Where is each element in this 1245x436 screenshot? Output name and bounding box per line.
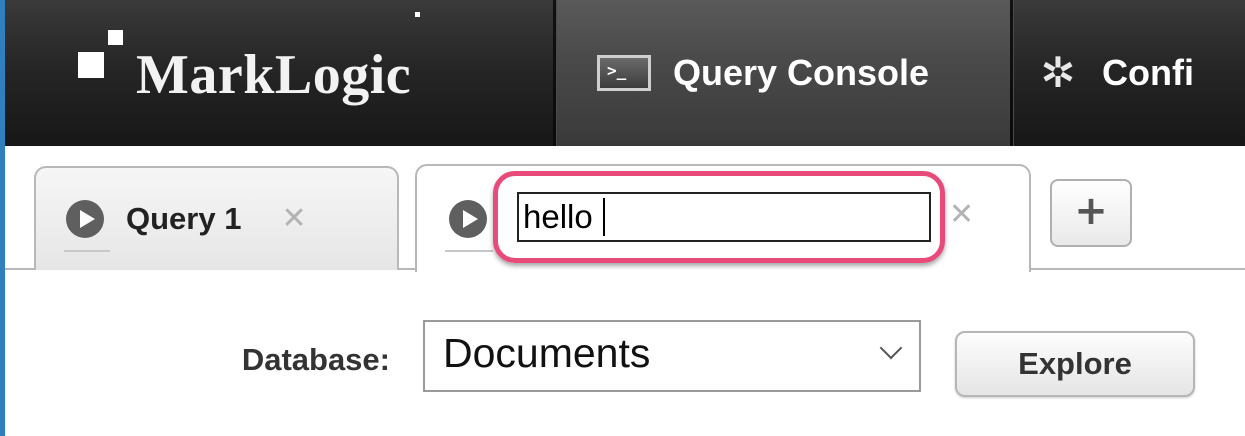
query-run-icon [66,200,104,238]
gear-icon: ✲ [1040,48,1076,97]
tab-icon-underline [445,250,493,252]
close-tab-icon[interactable]: ✕ [281,204,306,234]
logo-mark-icon [78,30,126,90]
nav-tab-configure[interactable]: ✲ Confi [1014,0,1245,146]
database-label: Database: [241,342,390,377]
close-tab-icon[interactable]: ✕ [949,200,974,230]
nav-tab-label: Confi [1102,52,1194,93]
console-icon: >_ [597,55,651,91]
nav-tab-label: Query Console [673,52,930,93]
logo-text: MarkLogic [136,44,412,106]
tab-query-1[interactable]: Query 1 ✕ [34,166,399,270]
query-console-window: MarkLogic >_ Query Console ✲ Confi Query… [0,0,1245,436]
nav-tab-query-console[interactable]: >_ Query Console [557,0,1010,146]
explore-button[interactable]: Explore [955,331,1195,397]
rename-highlight-callout [493,171,945,263]
database-select[interactable]: Documents [423,320,921,392]
window-left-edge [0,0,5,436]
marklogic-logo: MarkLogic [78,12,421,120]
logo-dot [415,12,421,17]
top-navigation-bar: MarkLogic >_ Query Console ✲ Confi [0,0,1245,146]
chevron-down-icon [879,336,903,360]
database-selected-value: Documents [443,330,651,376]
add-tab-button[interactable]: + [1050,179,1132,247]
tab-icon-underline [64,250,110,252]
tab-label: Query 1 [126,201,242,236]
query-run-icon [449,200,487,238]
